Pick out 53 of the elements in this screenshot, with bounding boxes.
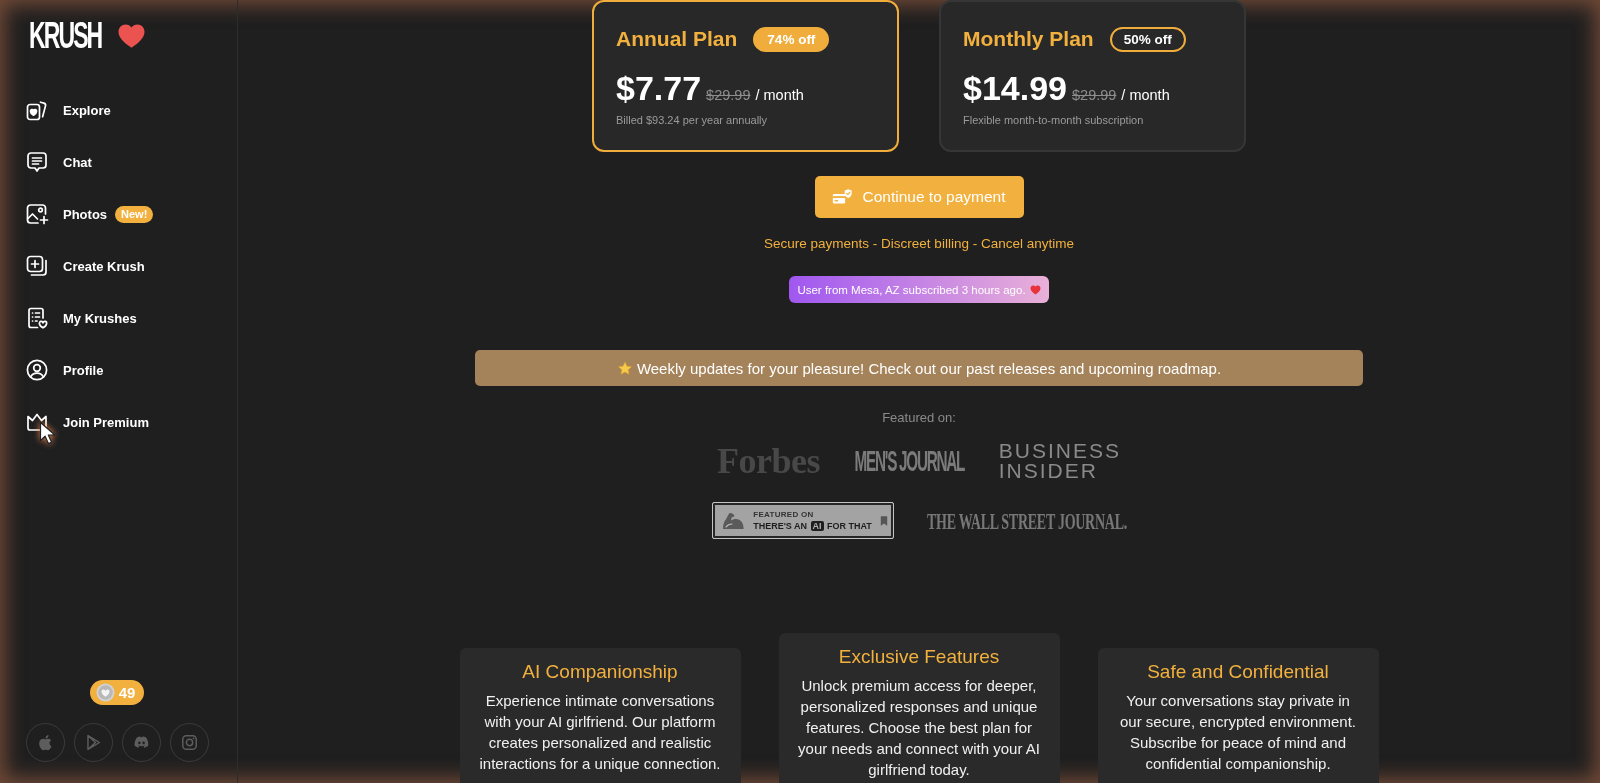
- old-price: $29.99: [706, 87, 751, 103]
- bookmark-icon: [879, 514, 888, 527]
- updates-banner[interactable]: Weekly updates for your pleasure! Check out our past releases and upcoming roadmap.: [475, 350, 1363, 386]
- heart-icon: [1029, 284, 1041, 295]
- cursor-icon: [39, 421, 56, 446]
- assurance-text: Secure payments - Discreet billing - Cancel anytime: [764, 235, 1074, 253]
- heart-coin-icon: [95, 683, 115, 702]
- publication-logo: MEN'S JOURNAL: [854, 447, 965, 475]
- plan-name: Monthly Plan: [963, 27, 1094, 51]
- featured-heading: Featured on:: [882, 410, 956, 426]
- feature-text: Your conversations stay private in our secure, encrypted environment. Subscribe for peace of mind and confidential companionship.: [1119, 691, 1357, 774]
- discount-badge: 50% off: [1109, 26, 1186, 52]
- new-badge: New!: [115, 205, 154, 223]
- feature-text: Experience intimate conversations with your AI girlfriend. Our platform creates personalized and realistic interactions for a unique connection.: [478, 691, 722, 774]
- nav-item[interactable]: Join Premium: [15, 396, 225, 448]
- heart-icon: [117, 22, 146, 49]
- feature-title: Exclusive Features: [837, 645, 1001, 669]
- feature-title: AI Companionship: [521, 660, 679, 684]
- user-circle-icon: [25, 358, 49, 382]
- price: $14.99: [963, 69, 1067, 107]
- nav-item[interactable]: Create Krush: [15, 240, 225, 292]
- notification-text: User from Mesa, AZ subscribed 3 hours ago.: [797, 283, 1026, 296]
- plan-card[interactable]: Monthly Plan 50% off $14.99$29.99 / month Flexible month-to-month subscription: [939, 0, 1246, 152]
- plan-card[interactable]: Annual Plan 74% off $7.77$29.99 / month Billed $93.24 per year annually: [592, 0, 899, 152]
- card-check-icon: [832, 188, 854, 206]
- list-heart-icon: [25, 306, 49, 330]
- nav-item[interactable]: Chat: [15, 136, 225, 188]
- badge-caption: FEATURED ON: [753, 509, 815, 519]
- feature-text: Unlock premium access for deeper, personalized responses and unique features. Choose the best plan for your needs and connect with your AI girlfriend today.: [797, 676, 1041, 780]
- logo-wordmark[interactable]: KRUSH: [29, 22, 102, 49]
- feature-title: Safe and Confidential: [1146, 660, 1330, 684]
- price-period: / month: [755, 87, 804, 103]
- add-square-icon: [25, 254, 49, 278]
- coin-count: 49: [118, 684, 136, 701]
- plan-note: Flexible month-to-month subscription: [963, 113, 1145, 127]
- image-add-icon: [25, 202, 49, 226]
- cards-heart-icon: [25, 98, 49, 122]
- publication-logo: THE WALL STREET JOURNAL.: [926, 509, 1127, 532]
- nav-item[interactable]: Profile: [15, 344, 225, 396]
- camera-icon: [179, 733, 199, 752]
- publication-logo: BUSINESS INSIDER: [998, 441, 1121, 481]
- plan-name: Annual Plan: [616, 27, 738, 51]
- price-period: / month: [1121, 87, 1170, 103]
- nav-item[interactable]: Explore: [15, 84, 225, 136]
- star-icon: [616, 360, 633, 376]
- price: $7.77: [616, 69, 702, 107]
- discount-badge: 74% off: [753, 26, 830, 52]
- badge-title: THERE'S AN AI FOR THAT: [753, 519, 872, 532]
- chat-icon: [25, 150, 49, 174]
- old-price: $29.99: [1072, 87, 1117, 103]
- nav-item[interactable]: My Krushes: [15, 292, 225, 344]
- nav-item[interactable]: Photos New!: [15, 188, 225, 240]
- plan-note: Billed $93.24 per year annually: [616, 113, 769, 127]
